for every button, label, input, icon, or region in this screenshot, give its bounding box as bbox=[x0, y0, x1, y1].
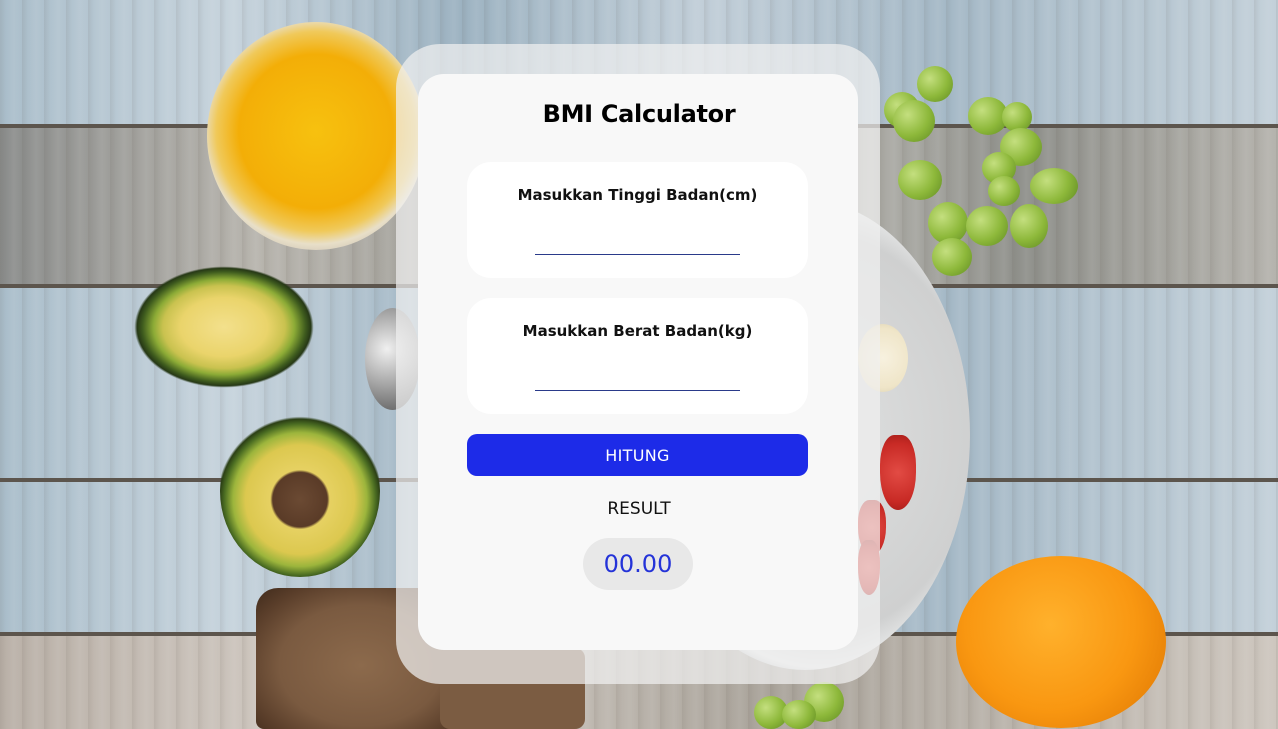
page-title: BMI Calculator bbox=[542, 100, 736, 128]
grape bbox=[988, 176, 1020, 206]
weight-label: Masukkan Berat Badan(kg) bbox=[522, 322, 753, 340]
result-value: 00.00 bbox=[583, 538, 693, 590]
orange bbox=[956, 556, 1166, 728]
weight-input[interactable] bbox=[535, 362, 740, 391]
height-field-box: Masukkan Tinggi Badan(cm) bbox=[467, 162, 808, 278]
grape bbox=[898, 160, 942, 200]
orange-juice-glass bbox=[207, 22, 425, 250]
height-label: Masukkan Tinggi Badan(cm) bbox=[517, 186, 758, 204]
hitung-button[interactable]: HITUNG bbox=[467, 434, 808, 476]
avocado-half-with-pit bbox=[220, 405, 380, 577]
grape bbox=[917, 66, 953, 102]
weight-field-box: Masukkan Berat Badan(kg) bbox=[467, 298, 808, 414]
grape bbox=[1030, 168, 1078, 204]
grape bbox=[1010, 204, 1048, 248]
grape bbox=[966, 206, 1008, 246]
grape bbox=[932, 238, 972, 276]
result-label: RESULT bbox=[607, 499, 671, 519]
avocado-half bbox=[128, 262, 320, 392]
height-input[interactable] bbox=[535, 226, 740, 255]
grape bbox=[782, 700, 816, 729]
